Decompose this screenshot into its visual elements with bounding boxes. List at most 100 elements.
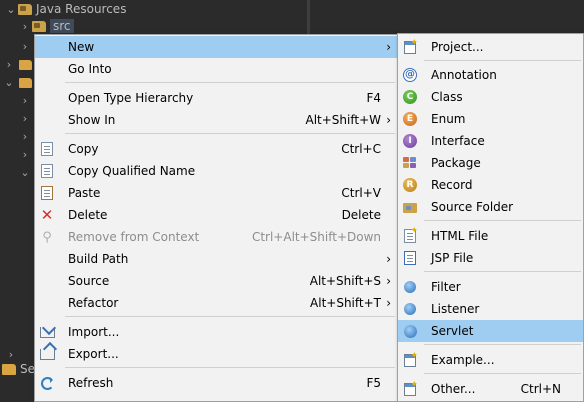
submenu-arrow-icon: › [386, 296, 391, 310]
menu-separator [424, 271, 581, 272]
menu-item-go-into[interactable]: Go Into [35, 58, 397, 80]
menu-separator [424, 60, 581, 61]
submenu-item-example[interactable]: ✦ Example... [398, 349, 583, 371]
menu-item-label: Delete [68, 208, 108, 222]
menu-item-refactor[interactable]: Refactor Alt+Shift+T › [35, 292, 397, 314]
annotation-icon: @ [403, 68, 417, 82]
chevron-right-icon[interactable]: › [20, 94, 30, 107]
chevron-right-icon[interactable]: › [20, 148, 30, 161]
other-icon: ✦ [402, 380, 418, 397]
new-submenu: ✦ Project... @ Annotation C Class E Enum… [397, 33, 584, 402]
submenu-item-html-file[interactable]: ✦ HTML File [398, 225, 583, 247]
submenu-item-jsp-file[interactable]: JSP File [398, 247, 583, 269]
submenu-item-project[interactable]: ✦ Project... [398, 36, 583, 58]
enum-icon: E [402, 111, 418, 127]
submenu-item-record[interactable]: R Record [398, 174, 583, 196]
tree-item-src[interactable]: › src [18, 17, 74, 35]
submenu-item-servlet[interactable]: Servlet [398, 320, 583, 342]
example-icon: ✦ [402, 351, 418, 368]
tree-item-se[interactable]: Se [2, 360, 35, 378]
menu-item-new[interactable]: New › [35, 36, 397, 58]
submenu-arrow-icon: › [386, 113, 391, 127]
submenu-item-class[interactable]: C Class [398, 86, 583, 108]
chevron-down-icon[interactable]: ⌄ [4, 3, 18, 16]
menu-item-label: Paste [68, 186, 101, 200]
menu-item-label: Record [431, 178, 473, 192]
menu-shortcut: Ctrl+N [520, 382, 561, 396]
submenu-arrow-icon: › [386, 40, 391, 54]
menu-item-build-path[interactable]: Build Path › [35, 248, 397, 270]
menu-separator [65, 367, 395, 368]
menu-item-label: HTML File [431, 229, 489, 243]
menu-item-label: Build Path [68, 252, 129, 266]
menu-item-label: Copy [68, 142, 99, 156]
menu-shortcut: Ctrl+C [341, 142, 381, 156]
menu-item-copy-qualified-name[interactable]: Copy Qualified Name [35, 160, 397, 182]
chevron-right-icon[interactable]: › [18, 20, 32, 33]
new-project-icon: ✦ [402, 38, 418, 55]
servlet-icon [402, 323, 418, 339]
chevron-right-icon[interactable]: › [20, 40, 30, 53]
menu-item-show-in[interactable]: Show In Alt+Shift+W › [35, 109, 397, 131]
remove-context-icon: ⚲ [42, 229, 52, 245]
menu-item-source[interactable]: Source Alt+Shift+S › [35, 270, 397, 292]
menu-item-remove-from-context[interactable]: ⚲ Remove from Context Ctrl+Alt+Shift+Dow… [35, 226, 397, 248]
menu-item-label: Open Type Hierarchy [68, 91, 194, 105]
submenu-item-interface[interactable]: I Interface [398, 130, 583, 152]
menu-item-label: Go Into [68, 62, 112, 76]
menu-shortcut: Alt+Shift+W [305, 113, 382, 127]
chevron-right-icon[interactable]: › [20, 130, 30, 143]
folder-icon [2, 363, 16, 375]
filter-icon [402, 279, 418, 295]
menu-item-delete[interactable]: ✕ Delete Delete [35, 204, 397, 226]
folder-icon [19, 78, 32, 88]
menu-item-label: Filter [431, 280, 461, 294]
menu-item-import[interactable]: Import... [35, 321, 397, 343]
source-folder-icon [402, 199, 418, 215]
chevron-right-icon[interactable]: › [20, 112, 30, 125]
menu-item-label: Package [431, 156, 481, 170]
menu-item-open-type-hierarchy[interactable]: Open Type Hierarchy F4 [35, 87, 397, 109]
menu-shortcut: Ctrl+Alt+Shift+Down [251, 230, 381, 244]
menu-item-label: Source Folder [431, 200, 514, 214]
chevron-down-icon[interactable]: ⌄ [4, 76, 14, 89]
submenu-item-source-folder[interactable]: Source Folder [398, 196, 583, 218]
menu-separator [65, 316, 395, 317]
submenu-item-other[interactable]: ✦ Other... Ctrl+N [398, 378, 583, 400]
menu-item-export[interactable]: Export... [35, 343, 397, 365]
submenu-item-annotation[interactable]: @ Annotation [398, 64, 583, 86]
html-file-icon: ✦ [402, 227, 418, 244]
delete-icon: ✕ [40, 206, 54, 224]
folder-icon [19, 60, 32, 70]
import-icon [39, 324, 55, 340]
submenu-item-filter[interactable]: Filter [398, 276, 583, 298]
chevron-down-icon[interactable]: ⌄ [20, 166, 30, 179]
chevron-right-icon[interactable]: › [4, 348, 18, 361]
menu-item-label: Refactor [68, 296, 119, 310]
package-icon [402, 155, 418, 171]
submenu-arrow-icon: › [386, 274, 391, 288]
export-icon [39, 346, 55, 362]
submenu-item-package[interactable]: Package [398, 152, 583, 174]
tree-item-label: Java Resources [36, 2, 127, 16]
menu-item-label: Class [431, 90, 463, 104]
tree-item-java-resources[interactable]: ⌄ Java Resources [4, 0, 126, 18]
menu-item-label: Refresh [68, 376, 114, 390]
class-icon: C [402, 89, 418, 105]
menu-item-label: Show In [68, 113, 116, 127]
menu-item-paste[interactable]: Paste Ctrl+V [35, 182, 397, 204]
view-divider [307, 0, 310, 36]
listener-icon [402, 301, 418, 317]
menu-item-refresh[interactable]: Refresh F5 [35, 372, 397, 394]
menu-item-copy[interactable]: Copy Ctrl+C [35, 138, 397, 160]
record-icon: R [402, 177, 418, 193]
menu-item-label: Listener [431, 302, 480, 316]
menu-item-label: New [68, 40, 95, 54]
context-menu: New › Go Into Open Type Hierarchy F4 Sho… [34, 34, 398, 402]
menu-shortcut: Delete [341, 208, 381, 222]
submenu-item-enum[interactable]: E Enum [398, 108, 583, 130]
menu-separator [424, 373, 581, 374]
submenu-item-listener[interactable]: Listener [398, 298, 583, 320]
chevron-right-icon[interactable]: › [4, 58, 14, 71]
menu-item-label: Interface [431, 134, 485, 148]
